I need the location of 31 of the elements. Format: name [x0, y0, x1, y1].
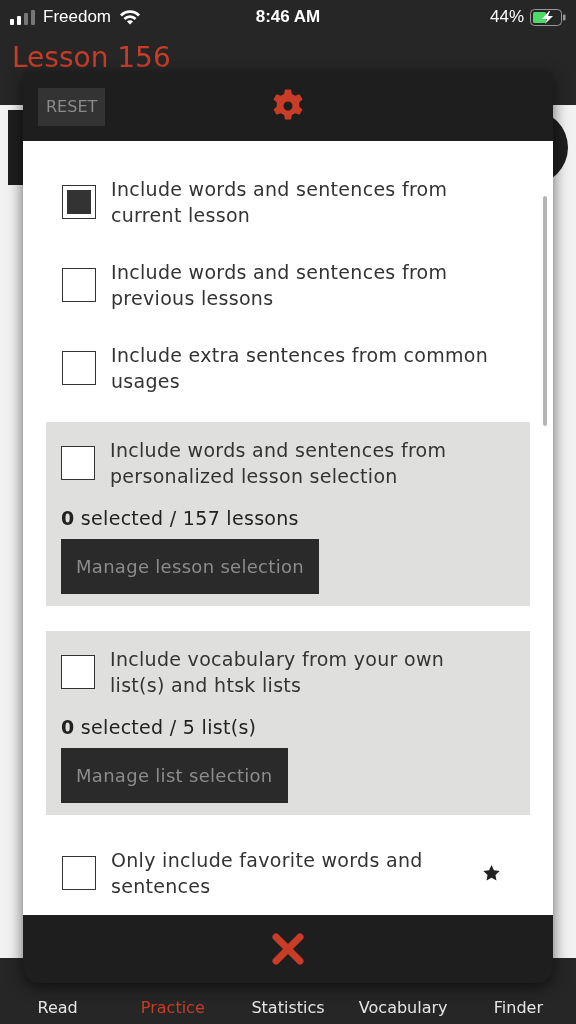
checkbox[interactable] — [62, 351, 96, 385]
signal-icon — [10, 9, 35, 25]
clock-time: 8:46 AM — [255, 6, 321, 29]
wifi-icon — [119, 9, 142, 25]
option-label: Only include favorite words and sentences — [111, 848, 424, 899]
battery-percent: 44% — [489, 6, 524, 29]
option-label: Include vocabulary from your own list(s) and htsk lists — [110, 646, 446, 698]
tab-bar-item[interactable]: Read — [0, 996, 116, 1020]
star-icon[interactable] — [483, 865, 500, 881]
checkbox[interactable] — [62, 856, 96, 890]
option-label: Include words and sentences from current lesson — [111, 177, 449, 228]
manage-selection-button[interactable]: Manage list selection — [61, 747, 288, 803]
tab-bar-item[interactable]: Finder — [460, 996, 576, 1020]
battery-charging-icon — [530, 8, 566, 26]
reset-button[interactable]: RESET — [38, 88, 106, 126]
selection-count: 0 selected / 5 list(s) — [61, 714, 258, 740]
tab-bar-item[interactable]: Vocabulary — [345, 996, 461, 1020]
scrollbar[interactable] — [543, 195, 547, 426]
selection-count: 0 selected / 157 lessons — [61, 505, 300, 531]
option-label: Include words and sentences from personalized lesson selection — [110, 437, 448, 489]
close-icon[interactable] — [271, 931, 305, 966]
option-label: Include words and sentences from previous lessons — [111, 260, 449, 311]
checkbox[interactable] — [62, 185, 96, 219]
manage-selection-button[interactable]: Manage lesson selection — [61, 538, 319, 594]
lesson-title: Lesson 156 — [12, 40, 171, 76]
option-label: Include extra sentences from common usages — [111, 343, 490, 394]
checkbox[interactable] — [62, 268, 96, 302]
checkbox[interactable] — [61, 654, 95, 689]
carrier-name: Freedom — [43, 6, 112, 29]
tab-bar-item[interactable]: Statistics — [230, 996, 346, 1020]
checkbox[interactable] — [61, 445, 95, 480]
